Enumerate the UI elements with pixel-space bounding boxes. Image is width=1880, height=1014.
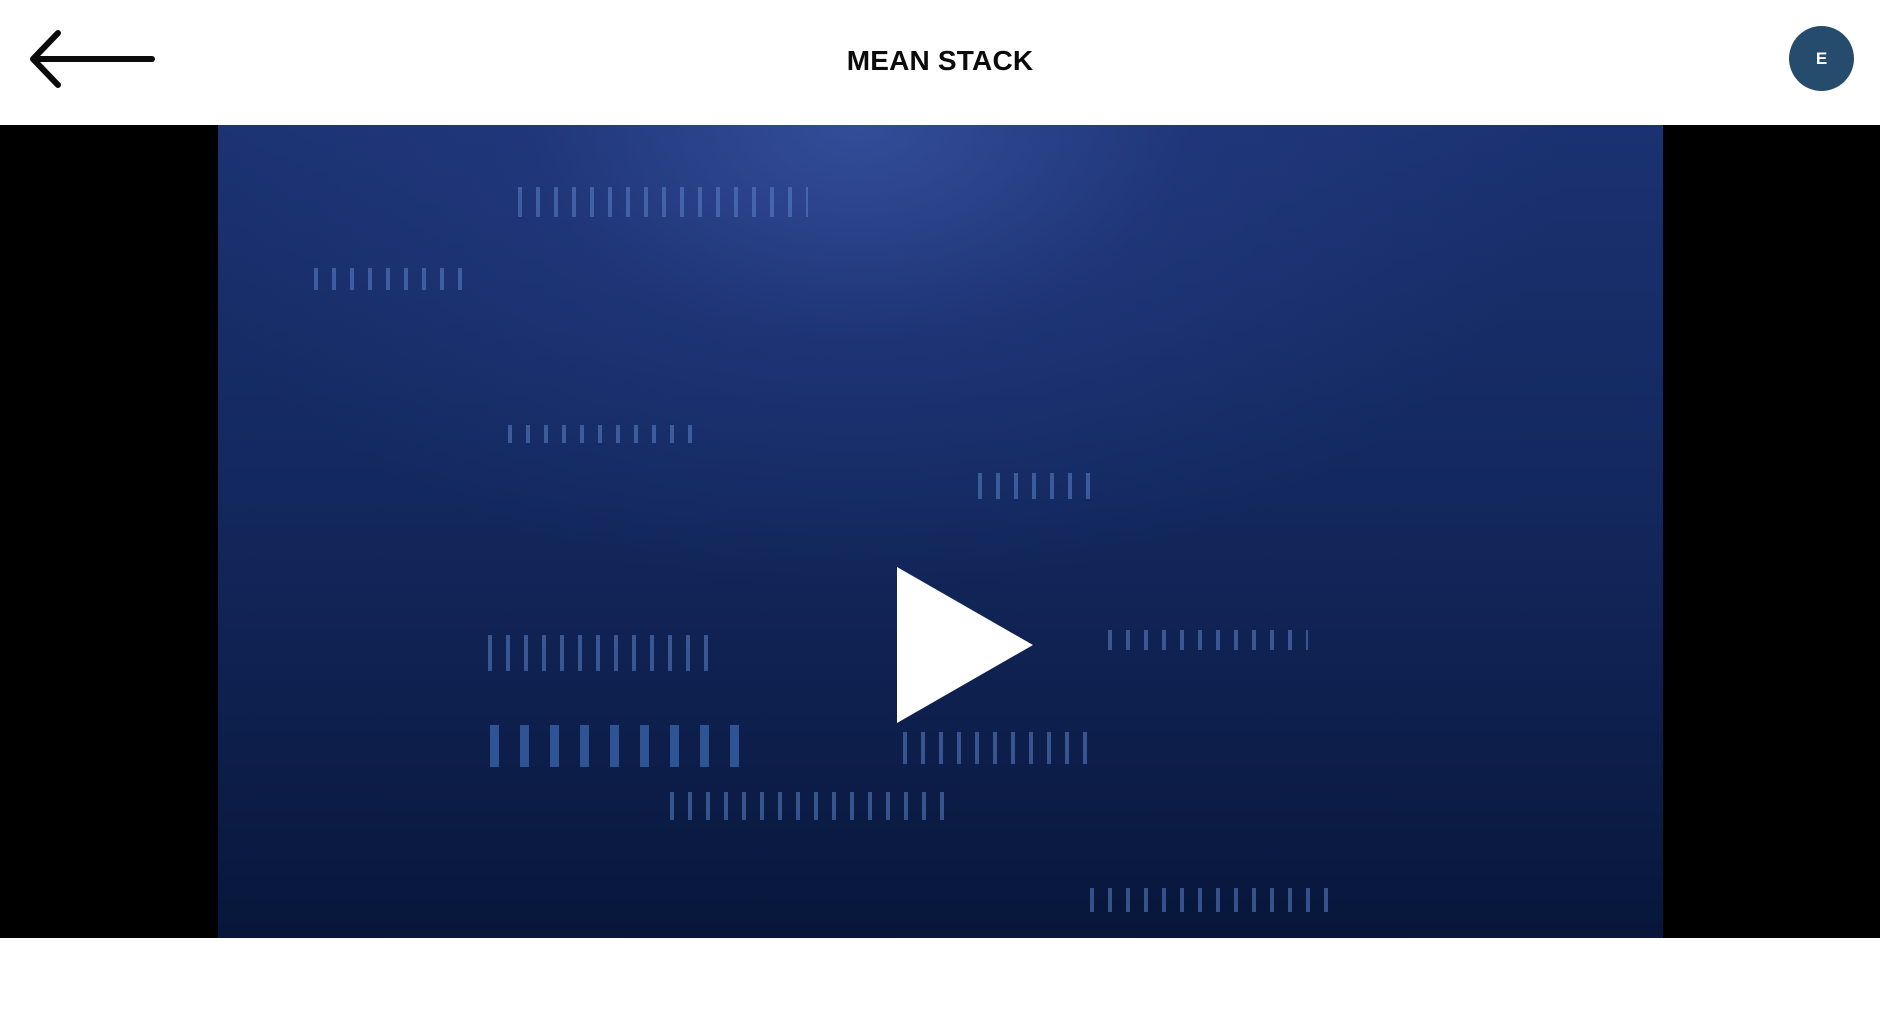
decorative-line — [1090, 888, 1330, 912]
decorative-line — [670, 792, 955, 820]
top-bar: MEAN STACK E — [0, 0, 1880, 125]
video-frame[interactable] — [218, 125, 1663, 938]
decorative-line — [508, 425, 698, 443]
decorative-line — [488, 635, 718, 671]
decorative-line — [314, 268, 464, 290]
decorative-line — [490, 725, 740, 767]
decorative-line — [903, 732, 1093, 764]
decorative-line — [518, 187, 808, 217]
play-icon[interactable] — [895, 567, 1035, 725]
decorative-line — [978, 473, 1098, 499]
video-player[interactable] — [0, 125, 1880, 938]
decorative-line — [1108, 630, 1308, 650]
content-area — [0, 938, 1880, 1014]
user-avatar[interactable]: E — [1789, 26, 1854, 91]
page-title: MEAN STACK — [846, 45, 1034, 76]
